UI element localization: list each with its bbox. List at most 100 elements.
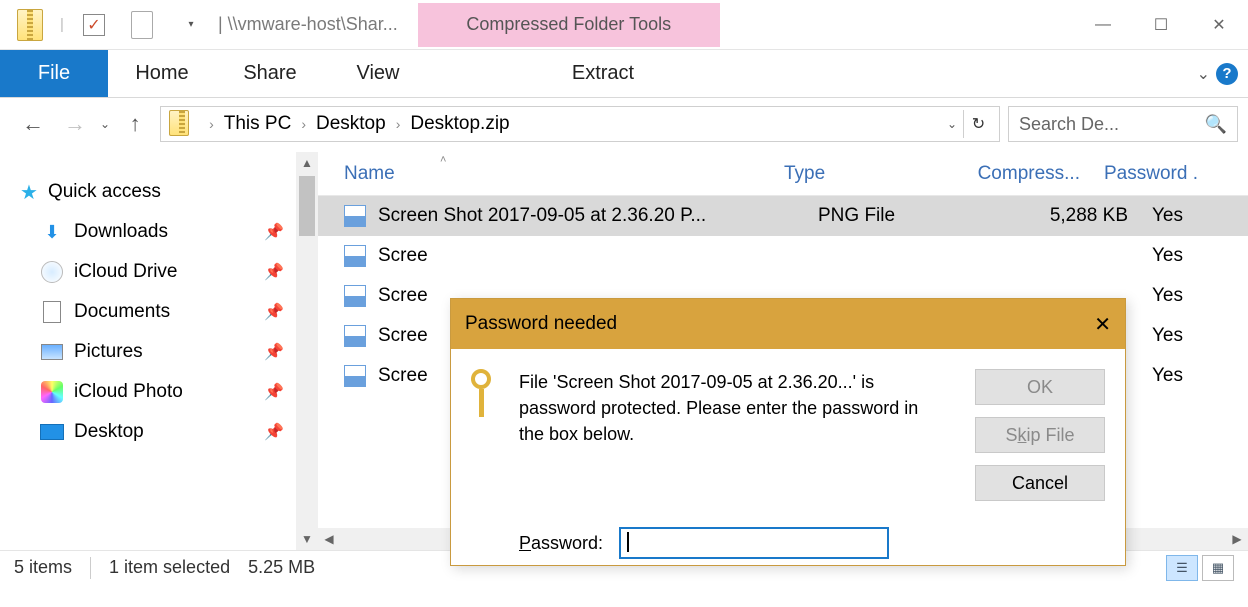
title-bar: | ✓ ▾ | \\vmware-host\Shar... Compressed… (0, 0, 1248, 50)
nav-up-button[interactable]: ↑ (118, 107, 152, 141)
ribbon-tabs: File Home Share View Extract ⌄ ? (0, 50, 1248, 98)
qat-properties-button[interactable]: ✓ (72, 5, 116, 45)
sidebar-item-documents[interactable]: Documents 📌 (0, 292, 296, 332)
nav-forward-button[interactable]: → (58, 107, 92, 141)
cloud-icon (40, 260, 64, 284)
view-thumbnails-button[interactable]: ▦ (1202, 555, 1234, 581)
dialog-message: File 'Screen Shot 2017-09-05 at 2.36.20.… (519, 369, 919, 501)
sidebar-item-pictures[interactable]: Pictures 📌 (0, 332, 296, 372)
address-bar-row: ← → ⌄ ↑ › This PC › Desktop › Desktop.zi… (0, 98, 1248, 152)
breadcrumb-2[interactable]: Desktop.zip (408, 113, 511, 135)
sidebar-item-label: Pictures (74, 341, 143, 363)
image-file-icon (344, 285, 366, 307)
sidebar-item-icloud-drive[interactable]: iCloud Drive 📌 (0, 252, 296, 292)
column-password[interactable]: Password . (1104, 163, 1248, 185)
refresh-button[interactable]: ↻ (963, 110, 993, 138)
file-row[interactable]: Screen Shot 2017-09-05 at 2.36.20 P...PN… (318, 196, 1248, 236)
window-title: | \\vmware-host\Shar... (218, 14, 398, 35)
app-zip-icon (8, 5, 52, 45)
key-icon (471, 369, 501, 419)
hscroll-left-icon[interactable]: ◀ (318, 528, 340, 550)
qat-newfolder-button[interactable] (120, 5, 164, 45)
sidebar-item-label: Desktop (74, 421, 144, 443)
view-details-button[interactable]: ☰ (1166, 555, 1198, 581)
pin-icon: 📌 (264, 422, 284, 442)
password-label: Password: (519, 533, 603, 554)
sidebar-quick-access[interactable]: ★ Quick access (0, 172, 296, 212)
breadcrumb-sep[interactable]: › (293, 116, 314, 132)
ribbon-collapse-button[interactable]: ⌄ (1197, 64, 1210, 84)
sidebar-item-desktop[interactable]: Desktop 📌 (0, 412, 296, 452)
nav-history-dropdown[interactable]: ⌄ (100, 117, 110, 131)
search-icon: 🔍 (1205, 114, 1227, 135)
status-item-count: 5 items (14, 557, 72, 578)
nav-back-button[interactable]: ← (16, 107, 50, 141)
sidebar-item-label: Downloads (74, 221, 168, 243)
tab-view[interactable]: View (324, 50, 432, 97)
image-file-icon (344, 245, 366, 267)
password-dialog: Password needed ✕ File 'Screen Shot 2017… (450, 298, 1126, 566)
breadcrumb-sep[interactable]: › (201, 116, 222, 132)
scroll-thumb[interactable] (299, 176, 315, 236)
cancel-button[interactable]: Cancel (975, 465, 1105, 501)
address-bar[interactable]: › This PC › Desktop › Desktop.zip ⌄ ↻ (160, 106, 1000, 142)
status-selection: 1 item selected (109, 557, 230, 578)
column-compressed[interactable]: Compress... (944, 163, 1104, 185)
maximize-button[interactable]: ☐ (1132, 5, 1190, 45)
scroll-up-icon[interactable]: ▲ (301, 152, 313, 174)
file-password: Yes (1128, 285, 1248, 307)
file-name: Scree (378, 245, 818, 267)
breadcrumb-1[interactable]: Desktop (314, 113, 388, 135)
tab-home[interactable]: Home (108, 50, 216, 97)
document-icon (40, 300, 64, 324)
sidebar-scrollbar[interactable]: ▲ ▼ (296, 152, 318, 550)
file-password: Yes (1128, 325, 1248, 347)
file-password: Yes (1128, 365, 1248, 387)
star-icon: ★ (20, 180, 38, 205)
download-icon: ⬇ (40, 220, 64, 244)
qat-sep: | (56, 5, 68, 45)
tab-file[interactable]: File (0, 50, 108, 97)
address-zip-icon (169, 110, 193, 138)
sidebar-item-label: iCloud Drive (74, 261, 177, 283)
pin-icon: 📌 (264, 382, 284, 402)
dialog-close-button[interactable]: ✕ (1094, 312, 1111, 337)
pictures-icon (40, 340, 64, 364)
column-name[interactable]: Name (344, 163, 784, 185)
file-password: Yes (1128, 205, 1248, 227)
column-type[interactable]: Type (784, 163, 944, 185)
tab-share[interactable]: Share (216, 50, 324, 97)
contextual-tab-label: Compressed Folder Tools (418, 3, 720, 47)
breadcrumb-0[interactable]: This PC (222, 113, 294, 135)
search-placeholder: Search De... (1019, 114, 1119, 135)
hscroll-right-icon[interactable]: ▶ (1226, 528, 1248, 550)
navigation-pane: ★ Quick access ⬇ Downloads 📌 iCloud Driv… (0, 152, 318, 550)
search-input[interactable]: Search De... 🔍 (1008, 106, 1238, 142)
scroll-down-icon[interactable]: ▼ (301, 528, 313, 550)
sidebar-item-icloud-photos[interactable]: iCloud Photo 📌 (0, 372, 296, 412)
status-size: 5.25 MB (248, 557, 315, 578)
window-controls: — ☐ ✕ (1074, 5, 1248, 45)
tab-extract[interactable]: Extract (452, 50, 754, 97)
dialog-titlebar[interactable]: Password needed ✕ (451, 299, 1125, 349)
file-type: PNG File (818, 205, 978, 227)
minimize-button[interactable]: — (1074, 5, 1132, 45)
close-button[interactable]: ✕ (1190, 5, 1248, 45)
ok-button[interactable]: OK (975, 369, 1105, 405)
address-dropdown-button[interactable]: ⌄ (947, 117, 957, 131)
dialog-title-text: Password needed (465, 313, 617, 335)
breadcrumb-sep[interactable]: › (388, 116, 409, 132)
password-input[interactable] (619, 527, 889, 559)
skip-file-button[interactable]: Skip File (975, 417, 1105, 453)
file-name: Screen Shot 2017-09-05 at 2.36.20 P... (378, 205, 818, 227)
column-headers: Name Type Compress... Password . (318, 152, 1248, 196)
pin-icon: 📌 (264, 342, 284, 362)
file-row[interactable]: Scree Yes (318, 236, 1248, 276)
qat-customize-button[interactable]: ▾ (168, 5, 212, 45)
sidebar-quick-access-label: Quick access (48, 181, 161, 203)
file-password: Yes (1128, 245, 1248, 267)
help-button[interactable]: ? (1216, 63, 1238, 85)
sidebar-item-downloads[interactable]: ⬇ Downloads 📌 (0, 212, 296, 252)
sidebar-item-label: iCloud Photo (74, 381, 183, 403)
pin-icon: 📌 (264, 302, 284, 322)
